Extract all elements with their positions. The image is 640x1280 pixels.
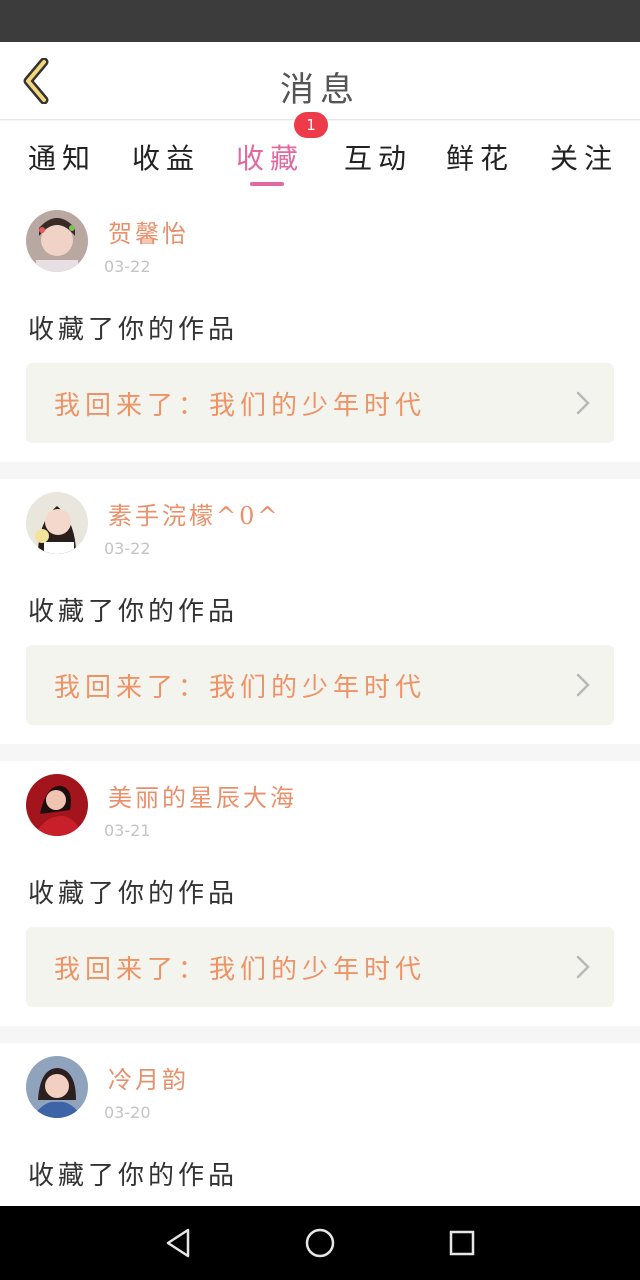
avatar[interactable] [26,774,88,836]
nav-back-button[interactable] [158,1223,198,1263]
work-link[interactable]: 我回来了：我们的少年时代 [26,927,614,1007]
system-nav-bar [0,1206,640,1280]
tab-interactions[interactable]: 互动 [344,137,412,177]
nav-recents-button[interactable] [442,1223,482,1263]
timestamp: 03-21 [104,821,151,840]
square-recents-icon [449,1230,475,1256]
username[interactable]: 美丽的星辰大海 [108,778,297,813]
timestamp: 03-22 [104,539,151,558]
nav-home-button[interactable] [300,1223,340,1263]
avatar[interactable] [26,210,88,272]
username[interactable]: 素手浣檬^0^ [108,496,281,531]
circle-home-icon [305,1228,335,1258]
header: 消息 [0,42,640,120]
work-title: 我回来了：我们的少年时代 [54,955,427,985]
chevron-right-icon [576,391,590,415]
action-text: 收藏了你的作品 [28,315,239,345]
work-link[interactable]: 我回来了：我们的少年时代 [26,645,614,725]
tab-notifications[interactable]: 通知 [28,137,96,177]
message-feed: 贺馨怡 03-22 收藏了你的作品 我回来了：我们的少年时代 素手浣檬^0^ 0… [0,197,640,1280]
status-bar [0,0,640,42]
chevron-right-icon [576,673,590,697]
avatar[interactable] [26,1056,88,1118]
tab-flowers[interactable]: 鲜花 [446,137,514,177]
action-text: 收藏了你的作品 [28,597,239,627]
favorites-badge: 1 [294,112,328,138]
triangle-back-icon [166,1228,190,1258]
action-text: 收藏了你的作品 [28,879,239,909]
timestamp: 03-22 [104,257,151,276]
list-item: 贺馨怡 03-22 收藏了你的作品 我回来了：我们的少年时代 [0,197,640,462]
action-text: 收藏了你的作品 [28,1161,239,1191]
active-tab-indicator [250,182,284,186]
tab-earnings[interactable]: 收益 [132,137,200,177]
work-title: 我回来了：我们的少年时代 [54,673,427,703]
tab-favorites[interactable]: 收藏 [236,137,304,177]
work-link[interactable]: 我回来了：我们的少年时代 [26,363,614,443]
list-item: 素手浣檬^0^ 03-22 收藏了你的作品 我回来了：我们的少年时代 [0,479,640,744]
chevron-right-icon [576,955,590,979]
avatar[interactable] [26,492,88,554]
list-item: 美丽的星辰大海 03-21 收藏了你的作品 我回来了：我们的少年时代 [0,761,640,1026]
page-title: 消息 [280,70,360,110]
timestamp: 03-20 [104,1103,151,1122]
work-title: 我回来了：我们的少年时代 [54,391,427,421]
username[interactable]: 贺馨怡 [108,214,189,249]
username[interactable]: 冷月韵 [108,1060,189,1095]
tab-following[interactable]: 关注 [550,137,618,177]
